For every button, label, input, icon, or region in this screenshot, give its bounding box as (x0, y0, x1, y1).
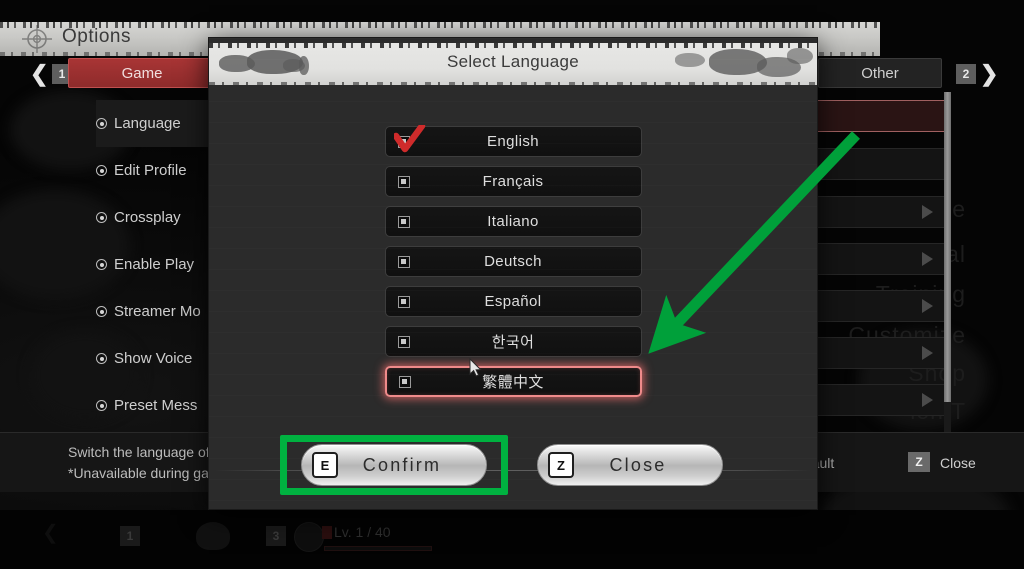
radio-box-icon (398, 375, 411, 388)
radio-icon (96, 165, 107, 176)
sidebar-item-label: Language (114, 115, 181, 132)
language-label: 繁體中文 (482, 374, 544, 391)
close-key-badge: Z (548, 452, 574, 478)
checkmark-icon (393, 125, 425, 153)
tab-next-badge: 2 (956, 64, 976, 84)
radio-icon (96, 400, 107, 411)
scrollbar[interactable] (944, 92, 951, 462)
hud-chevron-left-icon[interactable]: ❮ (42, 520, 59, 545)
footer-close-key: Z (908, 452, 930, 472)
play-arrow-icon (922, 299, 933, 313)
language-option-french[interactable]: Français (384, 166, 642, 197)
close-button[interactable]: Z Close (537, 444, 723, 486)
hud-key-1: 1 (120, 526, 140, 546)
select-language-dialog: Select Language English Français Italian… (209, 38, 817, 509)
play-arrow-icon (922, 346, 933, 360)
confirm-button[interactable]: E Confirm (301, 444, 487, 486)
language-option-german[interactable]: Deutsch (384, 246, 642, 277)
language-option-english[interactable]: English (384, 125, 642, 157)
footer-close-label[interactable]: Close (940, 455, 976, 471)
tab-game[interactable]: Game (68, 58, 216, 88)
radio-icon (96, 306, 107, 317)
description-line-2: *Unavailable during gam (68, 465, 221, 481)
radio-box-icon (397, 255, 410, 268)
language-option-italian[interactable]: Italiano (384, 206, 642, 237)
radio-box-icon (397, 215, 410, 228)
confirm-key-badge: E (312, 452, 338, 478)
page-title: Options (62, 26, 131, 47)
hud-avatar-icon (196, 522, 230, 550)
avatar (294, 522, 324, 552)
radio-box-icon (397, 335, 410, 348)
bottom-hud: ❮ 1 3 Lv. 1 / 40 (0, 510, 1024, 569)
hud-key-3: 3 (266, 526, 286, 546)
language-label: 한국어 (491, 334, 535, 351)
sidebar-item-label: Edit Profile (114, 162, 187, 179)
radio-icon (96, 212, 107, 223)
language-option-spanish[interactable]: Español (384, 286, 642, 317)
language-label: Deutsch (484, 253, 542, 270)
language-list: English Français Italiano Deutsch Españo… (209, 125, 817, 406)
description-line-1: Switch the language of (68, 444, 210, 460)
radio-icon (96, 353, 107, 364)
language-option-traditional-chinese[interactable]: 繁體中文 (384, 366, 642, 397)
language-label: English (487, 133, 539, 150)
language-label: Français (482, 173, 544, 190)
xp-progress-bar (324, 546, 432, 551)
sidebar-item-label: Streamer Mo (114, 303, 201, 320)
crosshair-icon (22, 25, 52, 53)
language-option-korean[interactable]: 한국어 (384, 326, 642, 357)
mouse-cursor (469, 358, 482, 377)
chevron-right-icon[interactable]: ❯ (980, 62, 998, 86)
language-label: Italiano (487, 213, 539, 230)
dialog-title: Select Language (446, 52, 580, 71)
sidebar-item-label: Preset Mess (114, 397, 198, 414)
level-label: Lv. 1 / 40 (334, 524, 391, 540)
sidebar-item-label: Enable Play (114, 256, 195, 273)
radio-icon (96, 259, 107, 270)
language-label: Español (484, 293, 542, 310)
tab-other[interactable]: Other (818, 58, 942, 88)
scrollbar-thumb[interactable] (944, 92, 951, 402)
level-chip-icon (322, 526, 332, 539)
sidebar-item-label: Show Voice (114, 350, 193, 367)
radio-box-icon (397, 295, 410, 308)
radio-icon (96, 118, 107, 129)
play-arrow-icon (922, 205, 933, 219)
dialog-titlebar: Select Language (209, 43, 817, 85)
sidebar-item-label: Crossplay (114, 209, 181, 226)
chevron-left-icon[interactable]: ❮ (30, 62, 48, 86)
play-arrow-icon (922, 393, 933, 407)
radio-box-icon (397, 175, 410, 188)
play-arrow-icon (922, 252, 933, 266)
